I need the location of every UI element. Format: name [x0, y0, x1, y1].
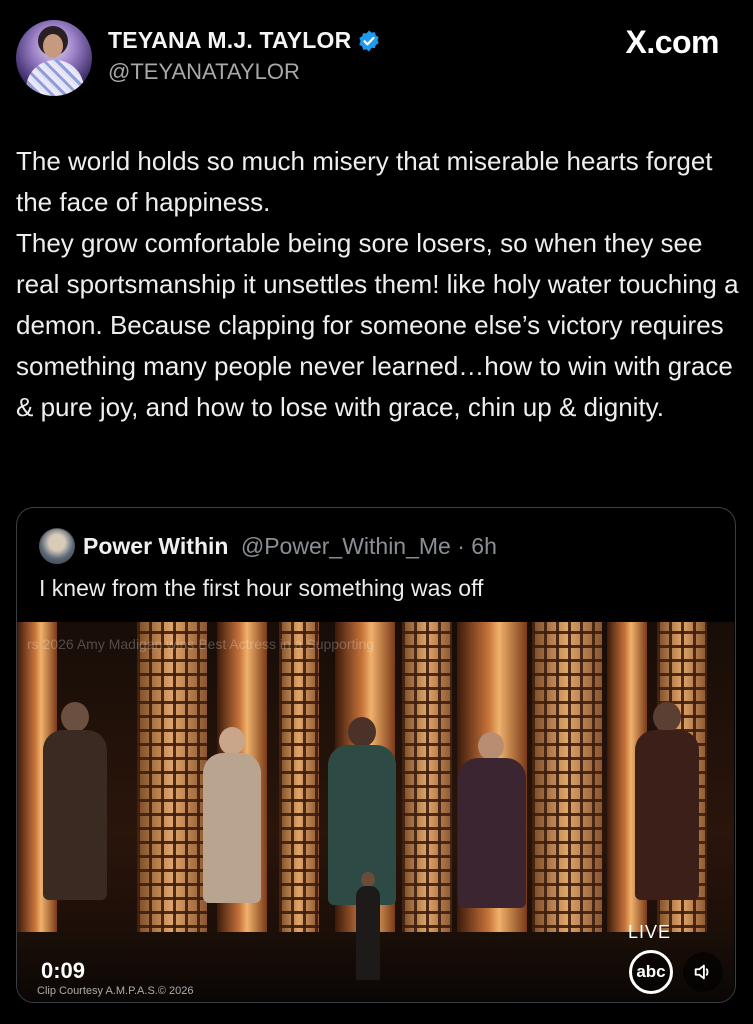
- tweet-paragraph-1: The world holds so much misery that mise…: [16, 146, 713, 217]
- quoted-text: I knew from the first hour something was…: [39, 575, 484, 601]
- stage-lattice: [279, 622, 319, 942]
- avatar-outfit: [26, 60, 84, 96]
- quoted-post[interactable]: Power Within @Power_Within_Me · 6h I kne…: [16, 507, 736, 1003]
- volume-button[interactable]: [683, 952, 723, 992]
- video-courtesy: Clip Courtesy A.M.P.A.S.© 2026: [37, 985, 194, 997]
- quoted-display-name[interactable]: Power Within: [83, 533, 228, 559]
- video-overlay-title: rs 2026 Amy Madigan wins Best Actress in…: [27, 636, 375, 652]
- tweet-text: The world holds so much misery that mise…: [16, 141, 741, 428]
- tweet-paragraph-2: They grow comfortable being sore losers,…: [16, 228, 739, 422]
- abc-network-logo: abc: [629, 950, 673, 994]
- stage-lattice: [402, 622, 452, 942]
- speaker-icon: [694, 964, 709, 980]
- center-performer-figure: [350, 872, 386, 982]
- video-timestamp: 0:09: [41, 958, 86, 983]
- quoted-avatar[interactable]: [39, 528, 75, 564]
- tweet-header: TEYANA M.J. TAYLOR @TEYANATAYLOR X.com: [0, 0, 753, 110]
- performer-figure: [35, 702, 115, 902]
- performer-figure: [627, 702, 707, 902]
- live-label: LIVE: [628, 922, 672, 942]
- performer-figure: [197, 727, 267, 907]
- video-player[interactable]: rs 2026 Amy Madigan wins Best Actress in…: [17, 622, 734, 1002]
- display-name[interactable]: TEYANA M.J. TAYLOR: [108, 27, 351, 54]
- stage-lattice: [532, 622, 602, 942]
- profile-avatar[interactable]: [16, 20, 92, 96]
- name-row: TEYANA M.J. TAYLOR: [108, 27, 381, 54]
- site-logo: X.com: [625, 24, 719, 60]
- quoted-header: Power Within @Power_Within_Me · 6h: [83, 533, 497, 560]
- quoted-handle-time: @Power_Within_Me · 6h: [240, 533, 497, 559]
- performer-figure: [452, 732, 532, 912]
- verified-badge-icon: [359, 30, 380, 51]
- avatar-face: [43, 34, 63, 58]
- user-handle[interactable]: @TEYANATAYLOR: [108, 59, 300, 85]
